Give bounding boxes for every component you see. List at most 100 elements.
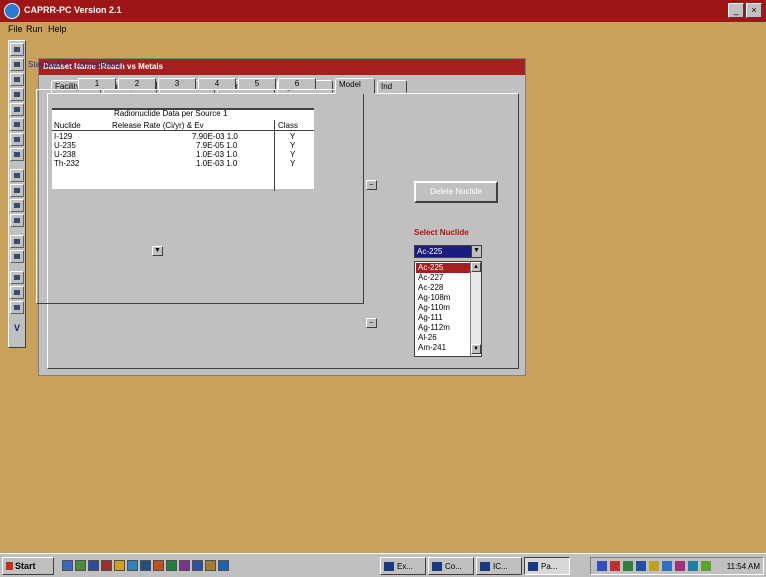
grid-cell-rate[interactable]: 1.0E-03 1.0	[196, 159, 237, 168]
list-item[interactable]: Ag-112m	[416, 323, 470, 333]
quicklaunch-icon[interactable]	[62, 560, 73, 571]
toolbar-v-button[interactable]: V	[10, 323, 24, 336]
toolbar-list-icon[interactable]	[10, 133, 24, 146]
tray-icon[interactable]	[688, 561, 698, 571]
toolbar-report-icon[interactable]	[10, 214, 24, 227]
task-button[interactable]: IC...	[476, 557, 522, 575]
listbox-scroll-up-icon[interactable]: ▲	[471, 262, 481, 272]
grid-cell-class[interactable]: Y	[290, 159, 295, 168]
nuclide-combo-value[interactable]: Ac-225	[415, 246, 471, 257]
tray-icon[interactable]	[701, 561, 711, 571]
toolbar-help-icon[interactable]	[10, 301, 24, 314]
toolbar-save-icon[interactable]	[10, 88, 24, 101]
toolbar-copy-icon[interactable]	[10, 73, 24, 86]
grid-cell-nuclide[interactable]: Th-232	[54, 159, 79, 168]
quicklaunch-icon[interactable]	[88, 560, 99, 571]
quicklaunch-icon[interactable]	[114, 560, 125, 571]
task-button[interactable]: Co...	[428, 557, 474, 575]
grid-cell-nuclide[interactable]: U-235	[54, 141, 76, 150]
app-title-bar[interactable]: CAPRR-PC Version 2.1 _ ×	[0, 0, 766, 22]
quicklaunch-icon[interactable]	[205, 560, 216, 571]
nuclide-combo[interactable]: Ac-225 ▼	[414, 245, 482, 258]
grid-cell-class[interactable]: Y	[290, 141, 295, 150]
grid-cell-nuclide[interactable]: U-238	[54, 150, 76, 159]
toolbar-run-icon[interactable]	[10, 148, 24, 161]
grid-scroll-down-icon[interactable]: ▼	[152, 246, 163, 256]
toolbar-edit-icon[interactable]	[10, 118, 24, 131]
app-title: CAPRR-PC Version 2.1	[24, 5, 122, 15]
list-item[interactable]: Ag-108m	[416, 293, 470, 303]
quicklaunch-icon[interactable]	[75, 560, 86, 571]
grid-cell-rate[interactable]: 7.9E-05 1.0	[196, 141, 237, 150]
quicklaunch-icon[interactable]	[192, 560, 203, 571]
start-label: Start	[15, 561, 36, 571]
delete-nuclide-button[interactable]: Delete Nuclide	[414, 181, 498, 203]
toolbar-new-icon[interactable]	[10, 58, 24, 71]
combo-dropdown-icon[interactable]: ▼	[471, 246, 481, 257]
panel-scroll-down-icon[interactable]: –	[366, 318, 377, 328]
tab-model[interactable]: Model	[335, 78, 375, 94]
toolbar-graph-icon[interactable]	[10, 235, 24, 248]
grid-cell-rate[interactable]: 7.90E-03 1.0	[192, 132, 238, 141]
quicklaunch-icon[interactable]	[179, 560, 190, 571]
tray-icon[interactable]	[675, 561, 685, 571]
toolbar-table-icon[interactable]	[10, 184, 24, 197]
tray-icon[interactable]	[610, 561, 620, 571]
nuclide-listbox[interactable]: Ac-225 Ac-227 Ac-228 Ag-108m Ag-110m Ag-…	[414, 261, 482, 357]
toolbar-map-icon[interactable]	[10, 250, 24, 263]
list-item[interactable]: Ac-228	[416, 283, 470, 293]
grid-cell-class[interactable]: Y	[290, 150, 295, 159]
list-item[interactable]: Ag-111	[416, 313, 470, 323]
vertical-toolbar: V	[8, 40, 26, 348]
standard-ps-concentration-link[interactable]: Standard PS concentration	[28, 60, 124, 69]
list-item[interactable]: Ac-225	[416, 263, 470, 273]
radionuclide-grid[interactable]: Radionuclide Data per Source 1 Nuclide R…	[52, 108, 314, 191]
windows-logo-icon	[6, 562, 13, 570]
task-label: IC...	[493, 562, 508, 571]
toolbar-import-icon[interactable]	[10, 286, 24, 299]
menu-bar: File Run Help	[0, 22, 766, 37]
task-button-active[interactable]: Pa...	[524, 557, 570, 575]
minimize-button[interactable]: _	[728, 3, 744, 18]
list-item[interactable]: Al-26	[416, 333, 470, 343]
toolbar-print-icon[interactable]	[10, 103, 24, 116]
grid-cell-class[interactable]: Y	[290, 132, 295, 141]
system-tray: 11:54 AM	[590, 557, 764, 575]
toolbar-open-icon[interactable]	[10, 43, 24, 56]
quicklaunch-icon[interactable]	[166, 560, 177, 571]
toolbar-chart-icon[interactable]	[10, 169, 24, 182]
menu-help[interactable]: Help	[48, 24, 67, 34]
listbox-scroll-down-icon[interactable]: ▼	[471, 344, 481, 354]
list-item[interactable]: Ag-110m	[416, 303, 470, 313]
task-label: Pa...	[541, 562, 558, 571]
grid-header-class: Class	[278, 121, 299, 130]
task-label: Co...	[445, 562, 462, 571]
restore-button[interactable]: ×	[746, 3, 762, 18]
list-item[interactable]: Am-241	[416, 343, 470, 353]
quicklaunch-icon[interactable]	[140, 560, 151, 571]
quicklaunch-icon[interactable]	[127, 560, 138, 571]
list-item[interactable]: Ac-227	[416, 273, 470, 283]
menu-run[interactable]: Run	[26, 24, 43, 34]
quicklaunch-icon[interactable]	[218, 560, 229, 571]
tray-icon[interactable]	[662, 561, 672, 571]
tray-icon[interactable]	[649, 561, 659, 571]
toolbar-grid-icon[interactable]	[10, 199, 24, 212]
menu-file[interactable]: File	[8, 24, 23, 34]
grid-cell-nuclide[interactable]: I-129	[54, 132, 72, 141]
listbox-scrollbar[interactable]: ▲ ▼	[470, 262, 481, 356]
tray-icon[interactable]	[597, 561, 607, 571]
tab-ind[interactable]: Ind	[377, 80, 407, 93]
grid-cell-rate[interactable]: 1.0E-03 1.0	[196, 150, 237, 159]
quicklaunch-icon[interactable]	[101, 560, 112, 571]
toolbar-export-icon[interactable]	[10, 271, 24, 284]
tray-icon[interactable]	[636, 561, 646, 571]
start-button[interactable]: Start	[2, 557, 54, 575]
taskbar: Start Ex... Co... IC... Pa... 11:54 AM	[0, 553, 766, 577]
tray-icon[interactable]	[623, 561, 633, 571]
clock[interactable]: 11:54 AM	[727, 562, 760, 571]
quicklaunch-icon[interactable]	[153, 560, 164, 571]
grid-scroll-up-icon[interactable]: –	[366, 180, 377, 190]
grid-caption: Radionuclide Data per Source 1	[114, 109, 228, 118]
task-button[interactable]: Ex...	[380, 557, 426, 575]
